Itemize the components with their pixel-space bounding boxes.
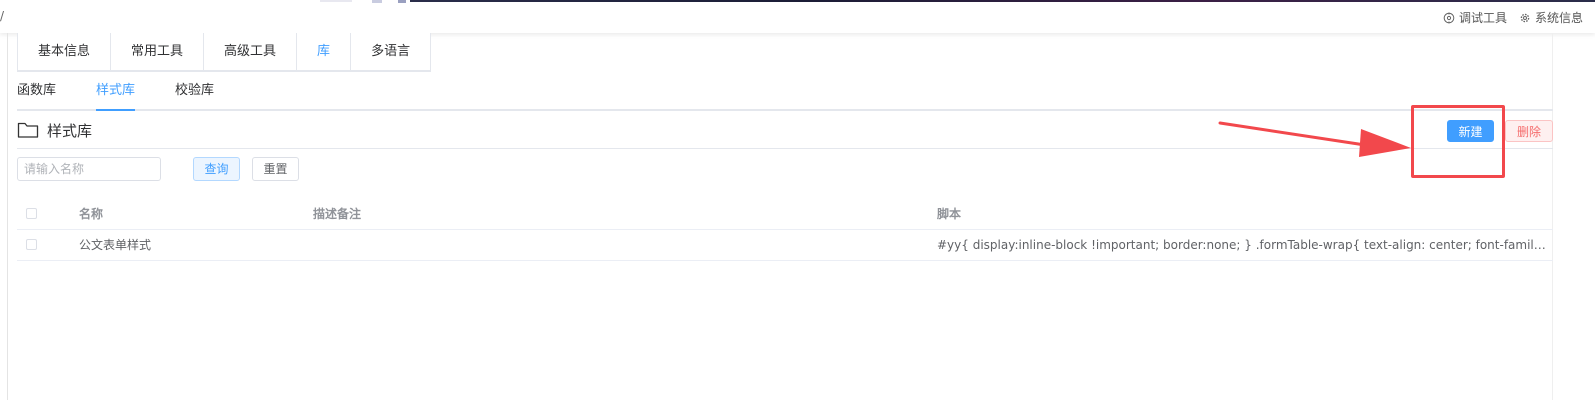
table-header-row: 名称 描述备注 脚本 [17, 199, 1553, 230]
tab-basic-info[interactable]: 基本信息 [17, 33, 112, 71]
gear-icon [1520, 13, 1530, 22]
column-header-script: 脚本 [937, 207, 962, 221]
folder-icon [17, 122, 39, 138]
subtab-style-library[interactable]: 样式库 [96, 72, 136, 111]
tab-multilanguage[interactable]: 多语言 [351, 33, 432, 71]
row-name: 公文表单样式 [79, 238, 152, 252]
sub-tabs: 函数库 样式库 校验库 [17, 72, 1553, 111]
annotation-highlight-box [1411, 105, 1505, 178]
tab-advanced-tools[interactable]: 高级工具 [204, 33, 298, 71]
tab-library[interactable]: 库 [297, 33, 352, 71]
annotation-arrow-icon [1218, 121, 1411, 157]
top-bar: / 调试工具 系统信息 [0, 0, 1595, 33]
name-search-input[interactable] [17, 157, 161, 181]
breadcrumb-slash: / [0, 9, 5, 23]
debug-tool-label: 调试工具 [1458, 11, 1507, 25]
table-row[interactable]: 公文表单样式 #yy{ display:inline-block !import… [17, 230, 1553, 261]
top-bar-band [410, 0, 1595, 2]
reset-button[interactable]: 重置 [252, 157, 299, 181]
row-checkbox[interactable] [26, 239, 37, 250]
page: / 调试工具 系统信息 基本信息 常用工具 高级工具 库 多语言 函数库 样式库… [0, 0, 1595, 400]
tab-common-tools[interactable]: 常用工具 [111, 33, 205, 71]
column-header-name: 名称 [79, 207, 104, 221]
debug-icon [1443, 12, 1455, 23]
select-all-checkbox[interactable] [26, 208, 37, 219]
top-bar-mark [398, 0, 406, 3]
top-bar-mark [372, 0, 382, 3]
header-links: 调试工具 系统信息 [1431, 9, 1583, 26]
subtab-function-library[interactable]: 函数库 [17, 72, 56, 109]
query-button[interactable]: 查询 [193, 157, 240, 181]
top-bar-mark [320, 0, 352, 2]
row-script: #yy{ display:inline-block !important; bo… [937, 238, 1547, 252]
column-header-description: 描述备注 [313, 207, 362, 221]
system-info-link[interactable]: 系统信息 [1519, 9, 1583, 26]
row-description [313, 230, 913, 260]
left-divider [7, 33, 8, 400]
delete-button[interactable]: 删除 [1505, 120, 1553, 142]
system-info-label: 系统信息 [1534, 11, 1583, 25]
style-table: 名称 描述备注 脚本 公文表单样式 #yy{ display:inline-bl… [17, 199, 1553, 261]
main-tabs: 基本信息 常用工具 高级工具 库 多语言 [17, 33, 432, 72]
debug-tool-link[interactable]: 调试工具 [1443, 9, 1507, 26]
section-title: 样式库 [47, 121, 93, 140]
subtab-validation-library[interactable]: 校验库 [175, 72, 214, 109]
